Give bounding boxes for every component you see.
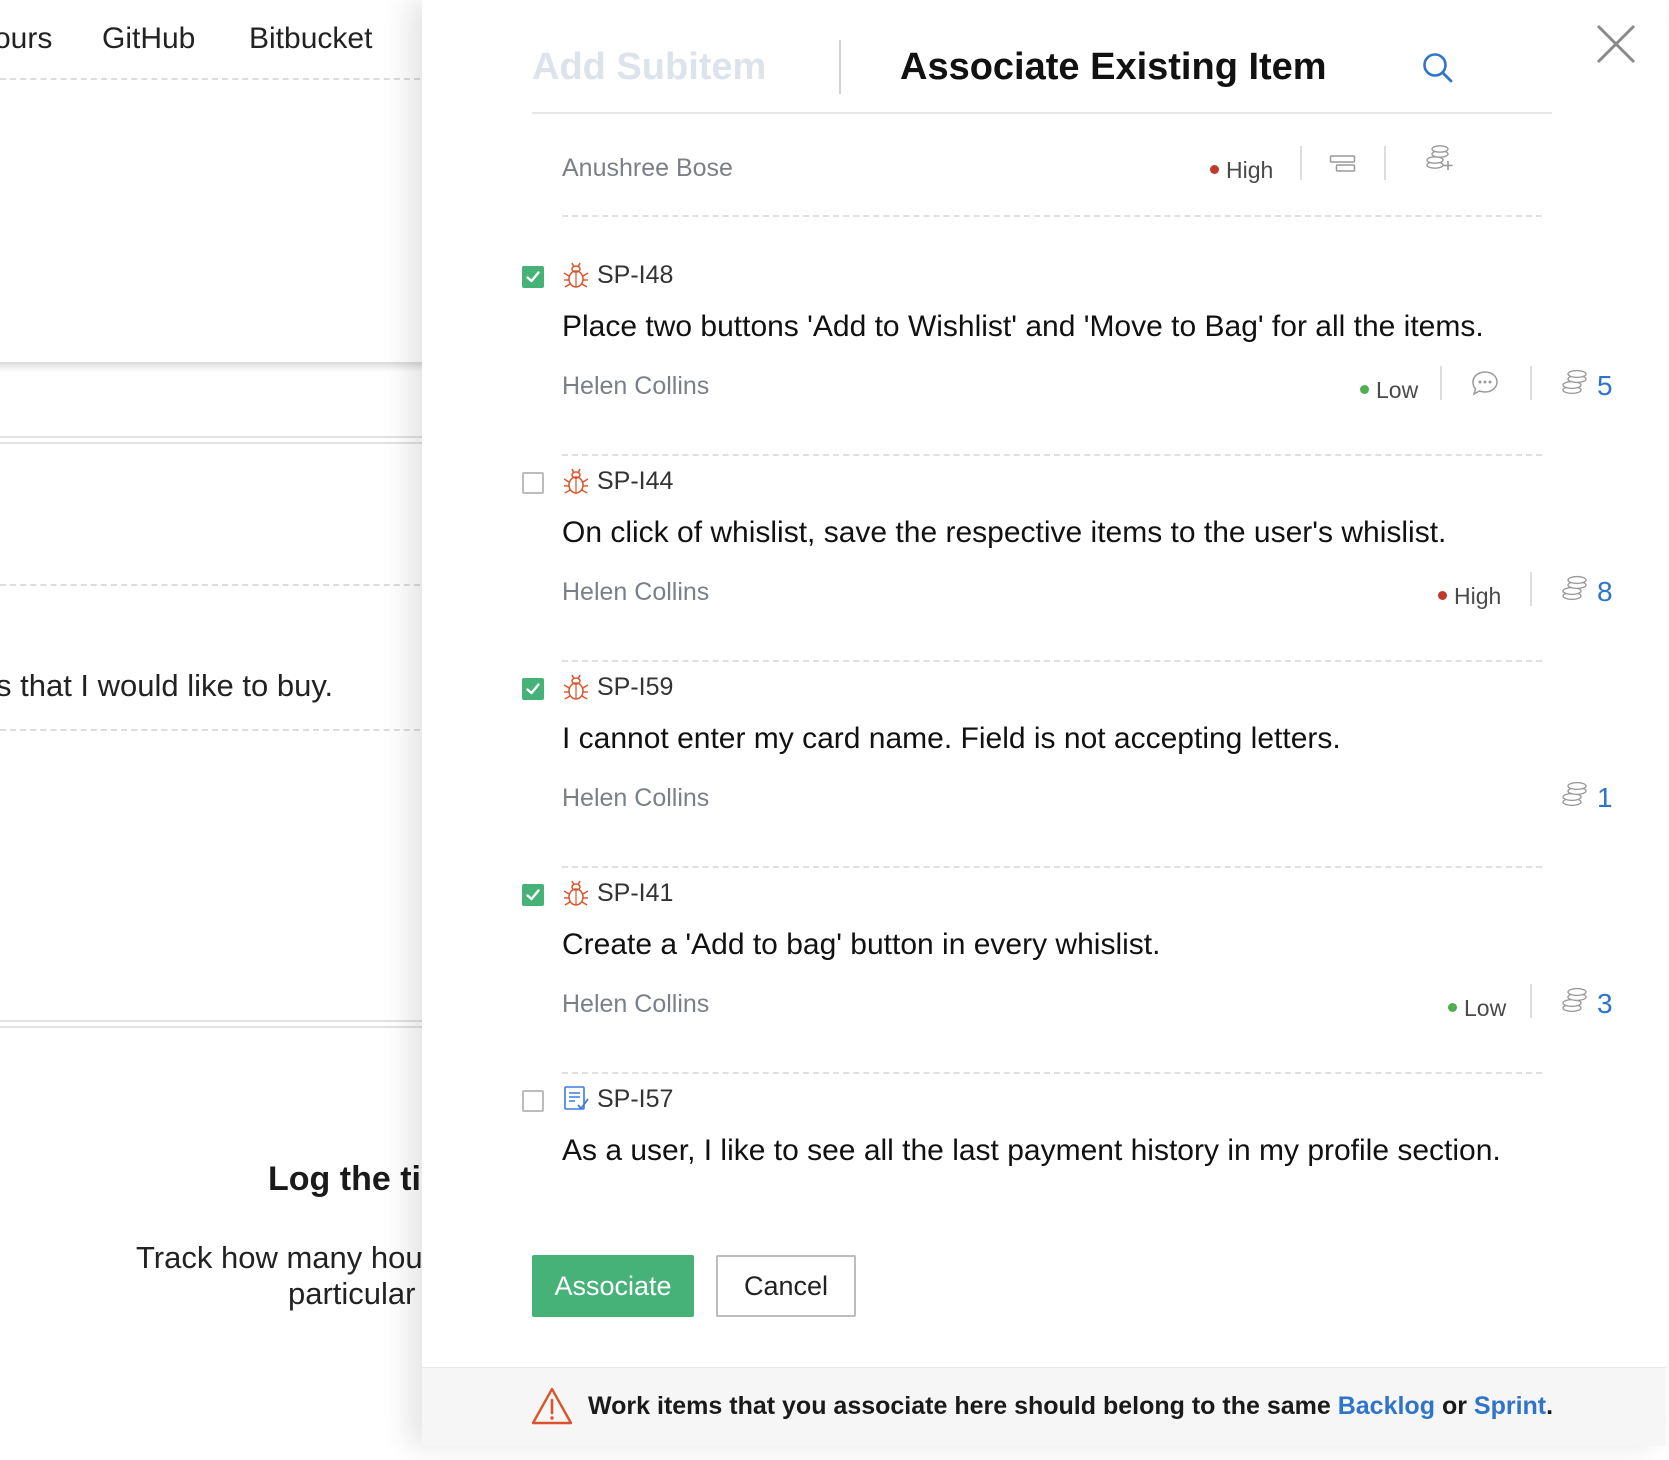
story-icon bbox=[564, 1086, 589, 1110]
item-checkbox[interactable] bbox=[522, 884, 544, 906]
item-id: SP-I44 bbox=[597, 467, 674, 495]
background-page: ours GitHub Bitbucket s that I would lik… bbox=[0, 0, 448, 1460]
background-divider bbox=[0, 1020, 430, 1028]
story-points-icon bbox=[1562, 987, 1587, 1013]
comment-icon[interactable] bbox=[1470, 368, 1500, 398]
separator bbox=[1300, 146, 1302, 180]
background-divider bbox=[0, 729, 430, 731]
item-checkbox[interactable] bbox=[522, 1090, 544, 1112]
story-points: 3 bbox=[1597, 988, 1613, 1019]
search-icon[interactable] bbox=[1420, 50, 1456, 86]
item-owner: Helen Collins bbox=[562, 578, 710, 606]
footer-notice: Work items that you associate here shoul… bbox=[422, 1367, 1666, 1446]
story-points: 5 bbox=[1597, 370, 1613, 401]
priority-label: Low bbox=[1464, 995, 1507, 1021]
cancel-button[interactable]: Cancel bbox=[716, 1255, 856, 1317]
parent-item-row: Anushree Bose High bbox=[562, 135, 1542, 217]
background-divider bbox=[0, 584, 430, 586]
bug-icon bbox=[563, 262, 589, 288]
close-icon[interactable] bbox=[1594, 22, 1638, 66]
separator bbox=[1384, 146, 1386, 180]
list-item: SP-I57 As a user, I like to see all the … bbox=[522, 1074, 1542, 1194]
item-title[interactable]: I cannot enter my card name. Field is no… bbox=[562, 722, 1341, 756]
item-priority: Low bbox=[1448, 995, 1506, 1022]
background-divider bbox=[0, 436, 430, 444]
parent-priority: High bbox=[1210, 157, 1273, 184]
background-card-edge bbox=[0, 362, 430, 372]
separator bbox=[1440, 366, 1442, 400]
associate-button[interactable]: Associate bbox=[532, 1255, 694, 1317]
item-priority: High bbox=[1438, 583, 1501, 610]
tab-add-subitem[interactable]: Add Subitem bbox=[532, 46, 766, 89]
warning-icon bbox=[531, 1387, 573, 1425]
parent-owner: Anushree Bose bbox=[562, 154, 733, 182]
bug-icon bbox=[563, 468, 589, 494]
nav-item-hours[interactable]: ours bbox=[0, 22, 52, 56]
bug-icon bbox=[563, 880, 589, 906]
item-id: SP-I48 bbox=[597, 261, 674, 289]
sprint-link[interactable]: Sprint bbox=[1474, 1392, 1546, 1420]
list-item: SP-I44 On click of whislist, save the re… bbox=[522, 456, 1613, 662]
nav-item-github[interactable]: GitHub bbox=[102, 22, 195, 56]
background-story-text: s that I would like to buy. bbox=[0, 668, 334, 703]
background-log-heading: Log the tin bbox=[268, 1160, 442, 1198]
associate-panel: Add Subitem Associate Existing Item Anus… bbox=[422, 0, 1666, 1446]
add-points-icon[interactable] bbox=[1424, 143, 1454, 173]
item-title[interactable]: As a user, I like to see all the last pa… bbox=[562, 1134, 1501, 1168]
priority-label: High bbox=[1454, 583, 1502, 609]
priority-dot-icon bbox=[1210, 165, 1219, 175]
background-nav: ours GitHub Bitbucket bbox=[0, 18, 420, 80]
story-points-icon bbox=[1562, 781, 1587, 807]
item-checkbox[interactable] bbox=[522, 678, 544, 700]
item-id: SP-I57 bbox=[597, 1085, 674, 1113]
footer-or: or bbox=[1441, 1392, 1467, 1420]
story-points-icon bbox=[1562, 369, 1587, 395]
story-points-icon bbox=[1562, 575, 1587, 601]
item-owner: Helen Collins bbox=[562, 784, 710, 812]
item-title[interactable]: On click of whislist, save the respectiv… bbox=[562, 516, 1446, 550]
item-id: SP-I41 bbox=[597, 879, 674, 907]
list-item: SP-I48 Place two buttons 'Add to Wishlis… bbox=[522, 250, 1613, 456]
background-log-text: particular ’ bbox=[288, 1276, 431, 1311]
footer-text: Work items that you associate here shoul… bbox=[588, 1392, 1553, 1421]
priority-dot-icon bbox=[1438, 591, 1447, 601]
item-priority: Low bbox=[1360, 377, 1418, 404]
priority-label: High bbox=[1226, 157, 1274, 183]
backlog-link[interactable]: Backlog bbox=[1338, 1392, 1435, 1420]
item-owner: Helen Collins bbox=[562, 990, 710, 1018]
separator bbox=[1530, 366, 1532, 400]
separator bbox=[1530, 572, 1532, 606]
list-item: SP-I41 Create a 'Add to bag' button in e… bbox=[522, 868, 1613, 1074]
tab-associate-existing-item[interactable]: Associate Existing Item bbox=[900, 46, 1327, 89]
nav-item-bitbucket[interactable]: Bitbucket bbox=[249, 22, 372, 56]
item-owner: Helen Collins bbox=[562, 372, 710, 400]
priority-dot-icon bbox=[1360, 385, 1369, 395]
item-checkbox[interactable] bbox=[522, 472, 544, 494]
item-title[interactable]: Create a 'Add to bag' button in every wh… bbox=[562, 928, 1160, 962]
task-list-icon[interactable] bbox=[1328, 149, 1358, 179]
item-title[interactable]: Place two buttons 'Add to Wishlist' and … bbox=[562, 310, 1484, 344]
separator bbox=[1530, 984, 1532, 1018]
story-points: 8 bbox=[1597, 576, 1613, 607]
priority-dot-icon bbox=[1448, 1003, 1457, 1013]
list-item: SP-I59 I cannot enter my card name. Fiel… bbox=[522, 662, 1613, 868]
item-id: SP-I59 bbox=[597, 673, 674, 701]
background-log-text: Track how many hours bbox=[136, 1240, 449, 1275]
footer-message: Work items that you associate here shoul… bbox=[588, 1392, 1331, 1420]
panel-tabs: Add Subitem Associate Existing Item bbox=[532, 28, 1552, 114]
bug-icon bbox=[563, 674, 589, 700]
priority-label: Low bbox=[1376, 377, 1419, 403]
item-checkbox[interactable] bbox=[522, 266, 544, 288]
story-points: 1 bbox=[1597, 782, 1613, 813]
tab-divider bbox=[839, 40, 841, 94]
footer-period: . bbox=[1546, 1392, 1554, 1420]
